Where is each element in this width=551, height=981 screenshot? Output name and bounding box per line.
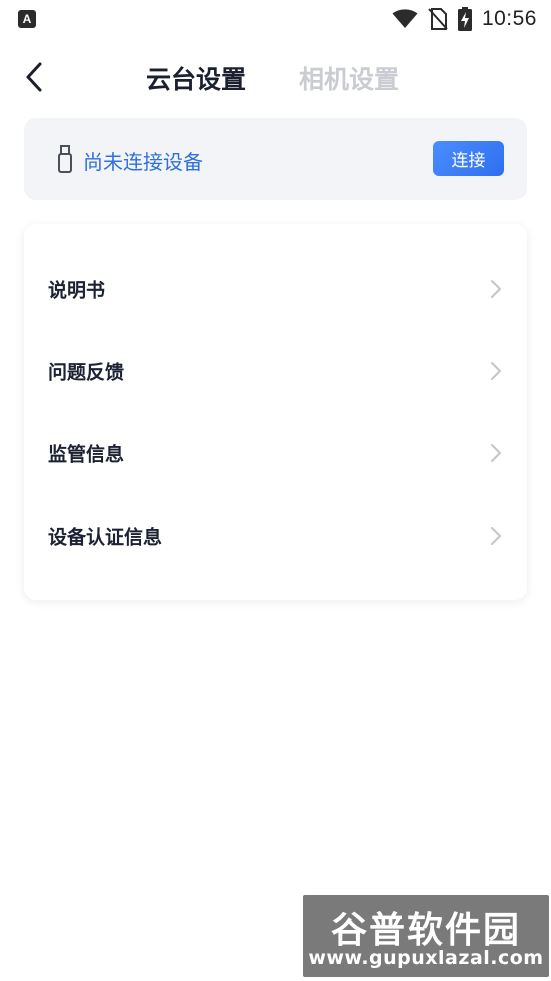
- battery-charging-icon: [457, 7, 472, 31]
- status-time: 10:56: [481, 7, 537, 30]
- menu-item-label: 监管信息: [48, 443, 125, 466]
- a-notification-icon: A: [18, 10, 36, 28]
- chevron-right-icon: [491, 444, 501, 462]
- status-left: A: [18, 10, 36, 28]
- menu-item-manual[interactable]: 说明书: [24, 259, 527, 319]
- back-button[interactable]: [16, 58, 52, 96]
- chevron-right-icon: [491, 362, 501, 380]
- chevron-left-icon: [26, 62, 42, 92]
- tab-gimbal-settings[interactable]: 云台设置: [146, 60, 246, 96]
- menu-item-certification-info[interactable]: 设备认证信息: [24, 506, 527, 566]
- watermark-url: www.gupuxlazal.com: [308, 947, 544, 969]
- settings-menu: 说明书 问题反馈 监管信息 设备认证信息: [24, 224, 527, 600]
- chevron-right-icon: [491, 280, 501, 298]
- usb-stick-icon: [58, 145, 72, 173]
- tab-camera-settings[interactable]: 相机设置: [299, 60, 399, 96]
- menu-item-label: 问题反馈: [48, 361, 125, 384]
- device-status-text: 尚未连接设备: [83, 150, 203, 174]
- app-screen: A 10:56 云台设置 相机设置 尚未连接设备 连接 说明书 问题反馈 监管信…: [0, 0, 551, 981]
- menu-item-regulatory-info[interactable]: 监管信息: [24, 423, 527, 483]
- menu-item-label: 说明书: [48, 279, 106, 302]
- status-bar: A 10:56: [0, 0, 551, 38]
- status-right: 10:56: [392, 7, 537, 31]
- menu-item-label: 设备认证信息: [48, 526, 163, 549]
- no-sim-icon: [428, 8, 448, 30]
- chevron-right-icon: [491, 527, 501, 545]
- top-nav: 云台设置 相机设置: [0, 48, 551, 106]
- watermark: 谷普软件园 www.gupuxlazal.com: [303, 895, 549, 977]
- menu-item-feedback[interactable]: 问题反馈: [24, 341, 527, 401]
- device-connection-card: 尚未连接设备 连接: [24, 118, 527, 200]
- wifi-icon: [392, 9, 418, 28]
- connect-button[interactable]: 连接: [433, 141, 504, 176]
- watermark-title: 谷普软件园: [330, 910, 521, 951]
